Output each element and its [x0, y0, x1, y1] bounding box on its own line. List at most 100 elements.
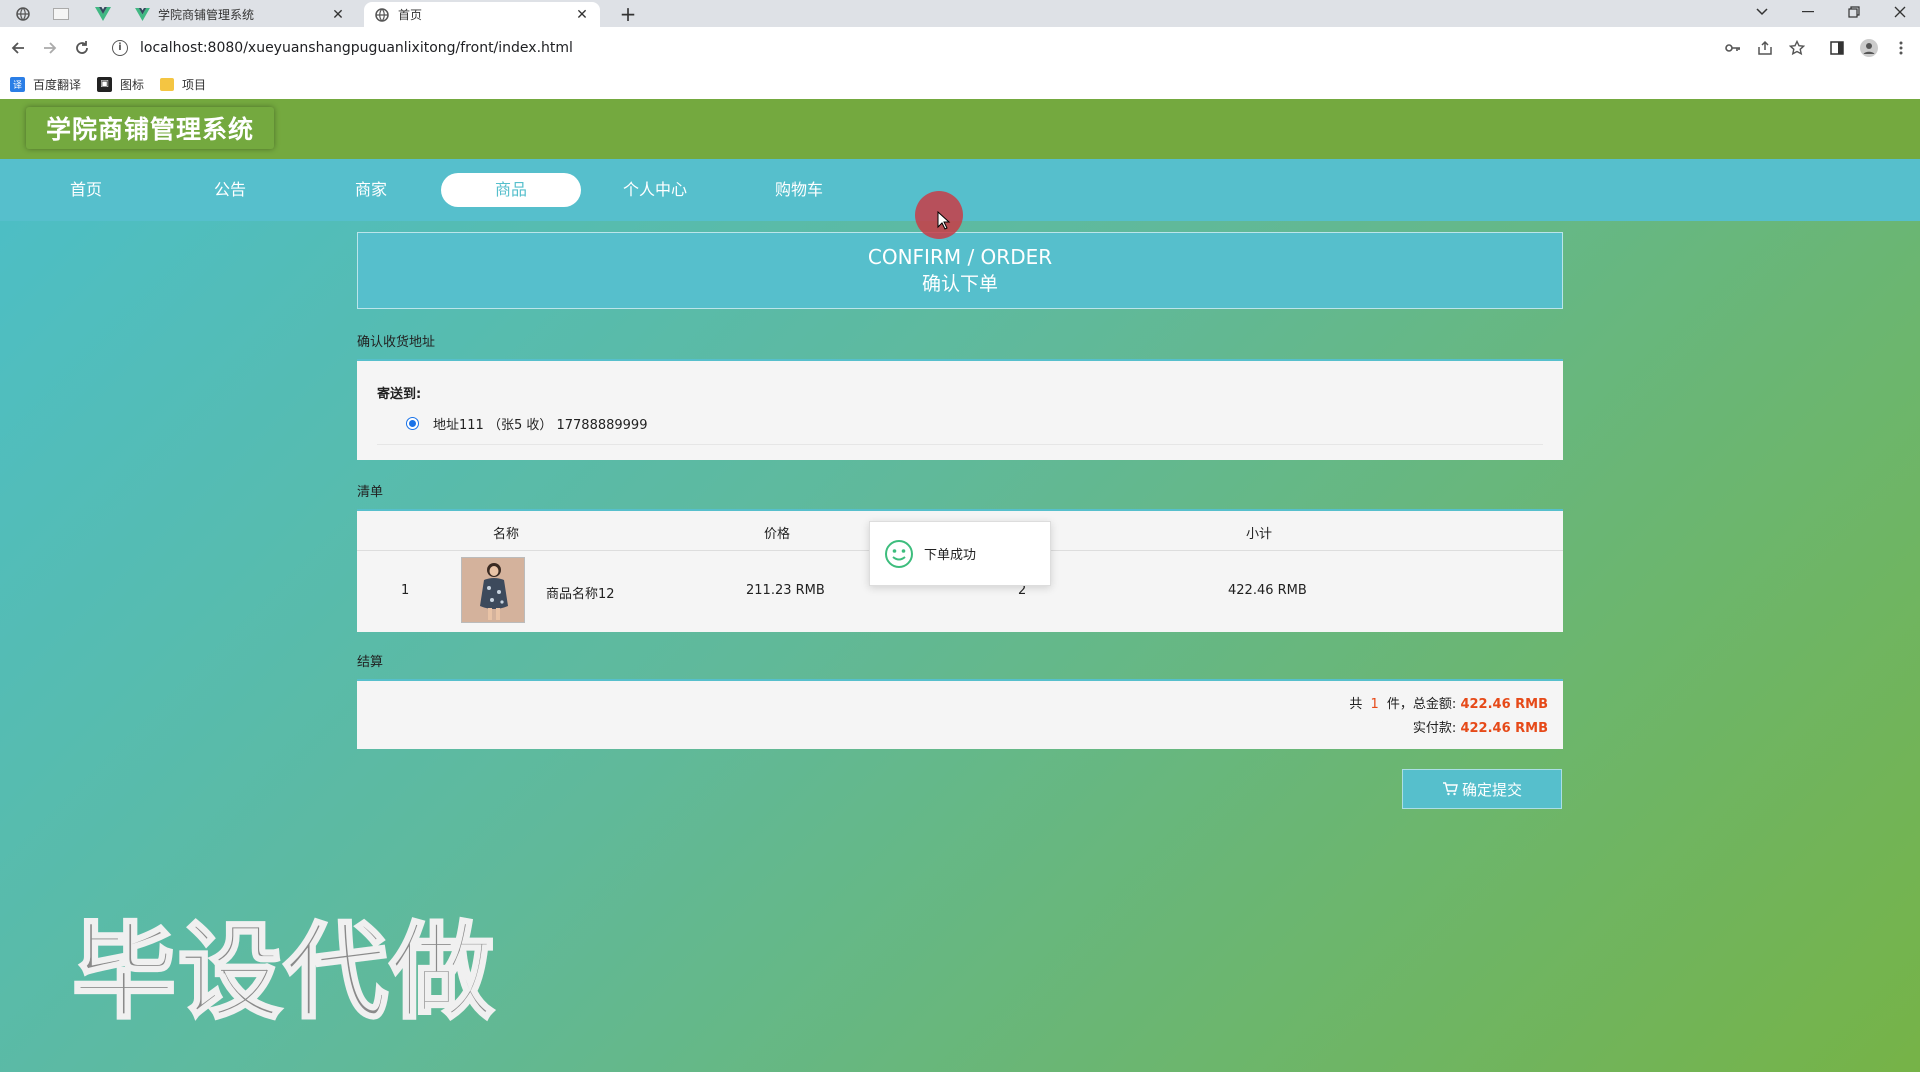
settlement-panel: 共 1 件，总金额: 422.46 RMB 实付款: 422.46 RMB [357, 679, 1563, 749]
reload-button[interactable] [70, 36, 94, 60]
menu-button[interactable] [1890, 37, 1912, 59]
info-icon[interactable]: i [112, 40, 128, 56]
product-photo [462, 558, 524, 622]
submit-label: 确定提交 [1461, 780, 1522, 799]
total-mid: 件，总金额: [1386, 697, 1457, 712]
nav-item-home[interactable]: 首页 [16, 173, 156, 207]
site-logo[interactable]: 学院商铺管理系统 [26, 107, 275, 149]
nav-item-goods[interactable]: 商品 [441, 173, 581, 207]
submit-order-button[interactable]: 确定提交 [1402, 769, 1562, 809]
bookmark-project[interactable]: 项目 [160, 76, 206, 93]
total-count: 1 [1370, 697, 1379, 712]
paid-line: 实付款: 422.46 RMB [1413, 717, 1548, 736]
close-icon[interactable]: ✕ [574, 7, 590, 23]
vue-logo-icon [95, 7, 111, 21]
submit-area: 确定提交 [357, 769, 1563, 829]
total-amount: 422.46 RMB [1460, 697, 1548, 712]
mouse-cursor-icon [937, 211, 951, 230]
restore-button[interactable] [1834, 0, 1874, 24]
browser-tab-bar: 学院商铺管理系统 ✕ 首页 ✕ + [0, 0, 1920, 27]
share-button[interactable] [1754, 37, 1776, 59]
nav-item-merchant[interactable]: 商家 [301, 173, 441, 207]
close-window-button[interactable] [1880, 0, 1920, 24]
ship-to-label: 寄送到: [377, 387, 422, 402]
bookmarks-bar: 译 百度翻译 ▣ 图标 项目 [0, 69, 1920, 99]
forward-button[interactable] [38, 36, 62, 60]
tab-title: 学院商铺管理系统 [158, 8, 255, 22]
nav-item-profile[interactable]: 个人中心 [585, 173, 725, 207]
bookmark-label: 项目 [182, 77, 207, 92]
restore-icon [1848, 6, 1860, 18]
divider [377, 444, 1543, 445]
row-index: 1 [401, 583, 410, 598]
globe-icon [16, 7, 30, 21]
address-radio[interactable] [406, 416, 419, 430]
back-button[interactable] [6, 36, 30, 60]
product-thumbnail[interactable] [461, 557, 525, 623]
address-bar: i localhost:8080/xueyuanshangpuguanlixit… [0, 27, 1920, 69]
new-tab-button[interactable]: + [614, 2, 642, 26]
globe-icon [374, 7, 390, 23]
smile-icon [885, 539, 913, 568]
confirm-order-banner: CONFIRM / ORDER 确认下单 [357, 232, 1563, 309]
pinned-tab-vue[interactable] [86, 2, 120, 26]
share-icon [1758, 40, 1772, 55]
banner-title-en: CONFIRM / ORDER [867, 245, 1053, 269]
close-icon [1894, 6, 1906, 18]
product-subtotal: 422.46 RMB [1228, 583, 1307, 598]
nav-item-cart[interactable]: 购物车 [729, 173, 869, 207]
profile-button[interactable] [1858, 37, 1880, 59]
translate-icon: 译 [10, 76, 25, 92]
paid-amount: 422.46 RMB [1460, 721, 1548, 736]
address-panel: 寄送到: 地址111 （张5 收） 17788889999 [357, 359, 1563, 460]
bookmark-label: 图标 [120, 77, 145, 92]
bookmark-label: 百度翻译 [33, 77, 82, 92]
tab-home[interactable]: 首页 ✕ [364, 2, 600, 27]
bookmark-icons[interactable]: ▣ 图标 [97, 76, 144, 93]
chevron-down-icon [1756, 8, 1768, 16]
minimize-button[interactable] [1788, 0, 1828, 24]
arrow-left-icon [11, 42, 24, 54]
address-text: 地址111 （张5 收） 17788889999 [433, 417, 648, 433]
blank-page-icon [53, 8, 69, 20]
arrow-right-icon [44, 42, 57, 54]
url-field[interactable]: i localhost:8080/xueyuanshangpuguanlixit… [112, 34, 1852, 62]
pinned-tab-blank[interactable] [44, 2, 78, 26]
toast-message: 下单成功 [924, 548, 977, 563]
watermark-text: 毕设代做 [70, 910, 497, 1035]
address-section-title: 确认收货地址 [357, 335, 436, 350]
pinned-tab-globe[interactable] [6, 2, 40, 26]
folder-icon [160, 77, 175, 91]
reload-icon [76, 41, 88, 54]
settle-section-title: 结算 [357, 655, 384, 670]
image-icon: ▣ [97, 76, 113, 92]
avatar-icon [1860, 39, 1878, 57]
bookmark-star-button[interactable] [1786, 37, 1808, 59]
star-icon [1789, 40, 1805, 56]
column-header-name: 名称 [493, 527, 520, 542]
nav-item-notice[interactable]: 公告 [160, 173, 300, 207]
bookmark-baidu-translate[interactable]: 译 百度翻译 [10, 76, 81, 93]
vue-logo-icon [134, 7, 150, 23]
side-panel-button[interactable] [1826, 37, 1848, 59]
column-header-price: 价格 [764, 527, 791, 542]
total-line: 共 1 件，总金额: 422.46 RMB [1349, 693, 1548, 712]
tab-search-button[interactable] [1742, 0, 1782, 24]
minimize-icon [1802, 11, 1814, 13]
site-header: 学院商铺管理系统 [0, 99, 1920, 159]
paid-label: 实付款: [1412, 721, 1457, 736]
cart-icon [1442, 782, 1458, 796]
password-key-button[interactable] [1722, 37, 1744, 59]
product-name[interactable]: 商品名称12 [546, 583, 615, 602]
column-header-subtotal: 小计 [1246, 527, 1273, 542]
total-prefix: 共 [1349, 697, 1363, 712]
banner-title-cn: 确认下单 [921, 273, 998, 295]
order-success-toast: 下单成功 [869, 521, 1051, 586]
url-text: localhost:8080/xueyuanshangpuguanlixiton… [140, 40, 573, 56]
tab-shop-system[interactable]: 学院商铺管理系统 ✕ [124, 2, 356, 27]
list-section-title: 清单 [357, 485, 384, 500]
product-price: 211.23 RMB [746, 583, 825, 598]
address-option[interactable]: 地址111 （张5 收） 17788889999 [406, 414, 1543, 433]
tab-title: 首页 [398, 8, 423, 22]
close-icon[interactable]: ✕ [330, 7, 346, 23]
